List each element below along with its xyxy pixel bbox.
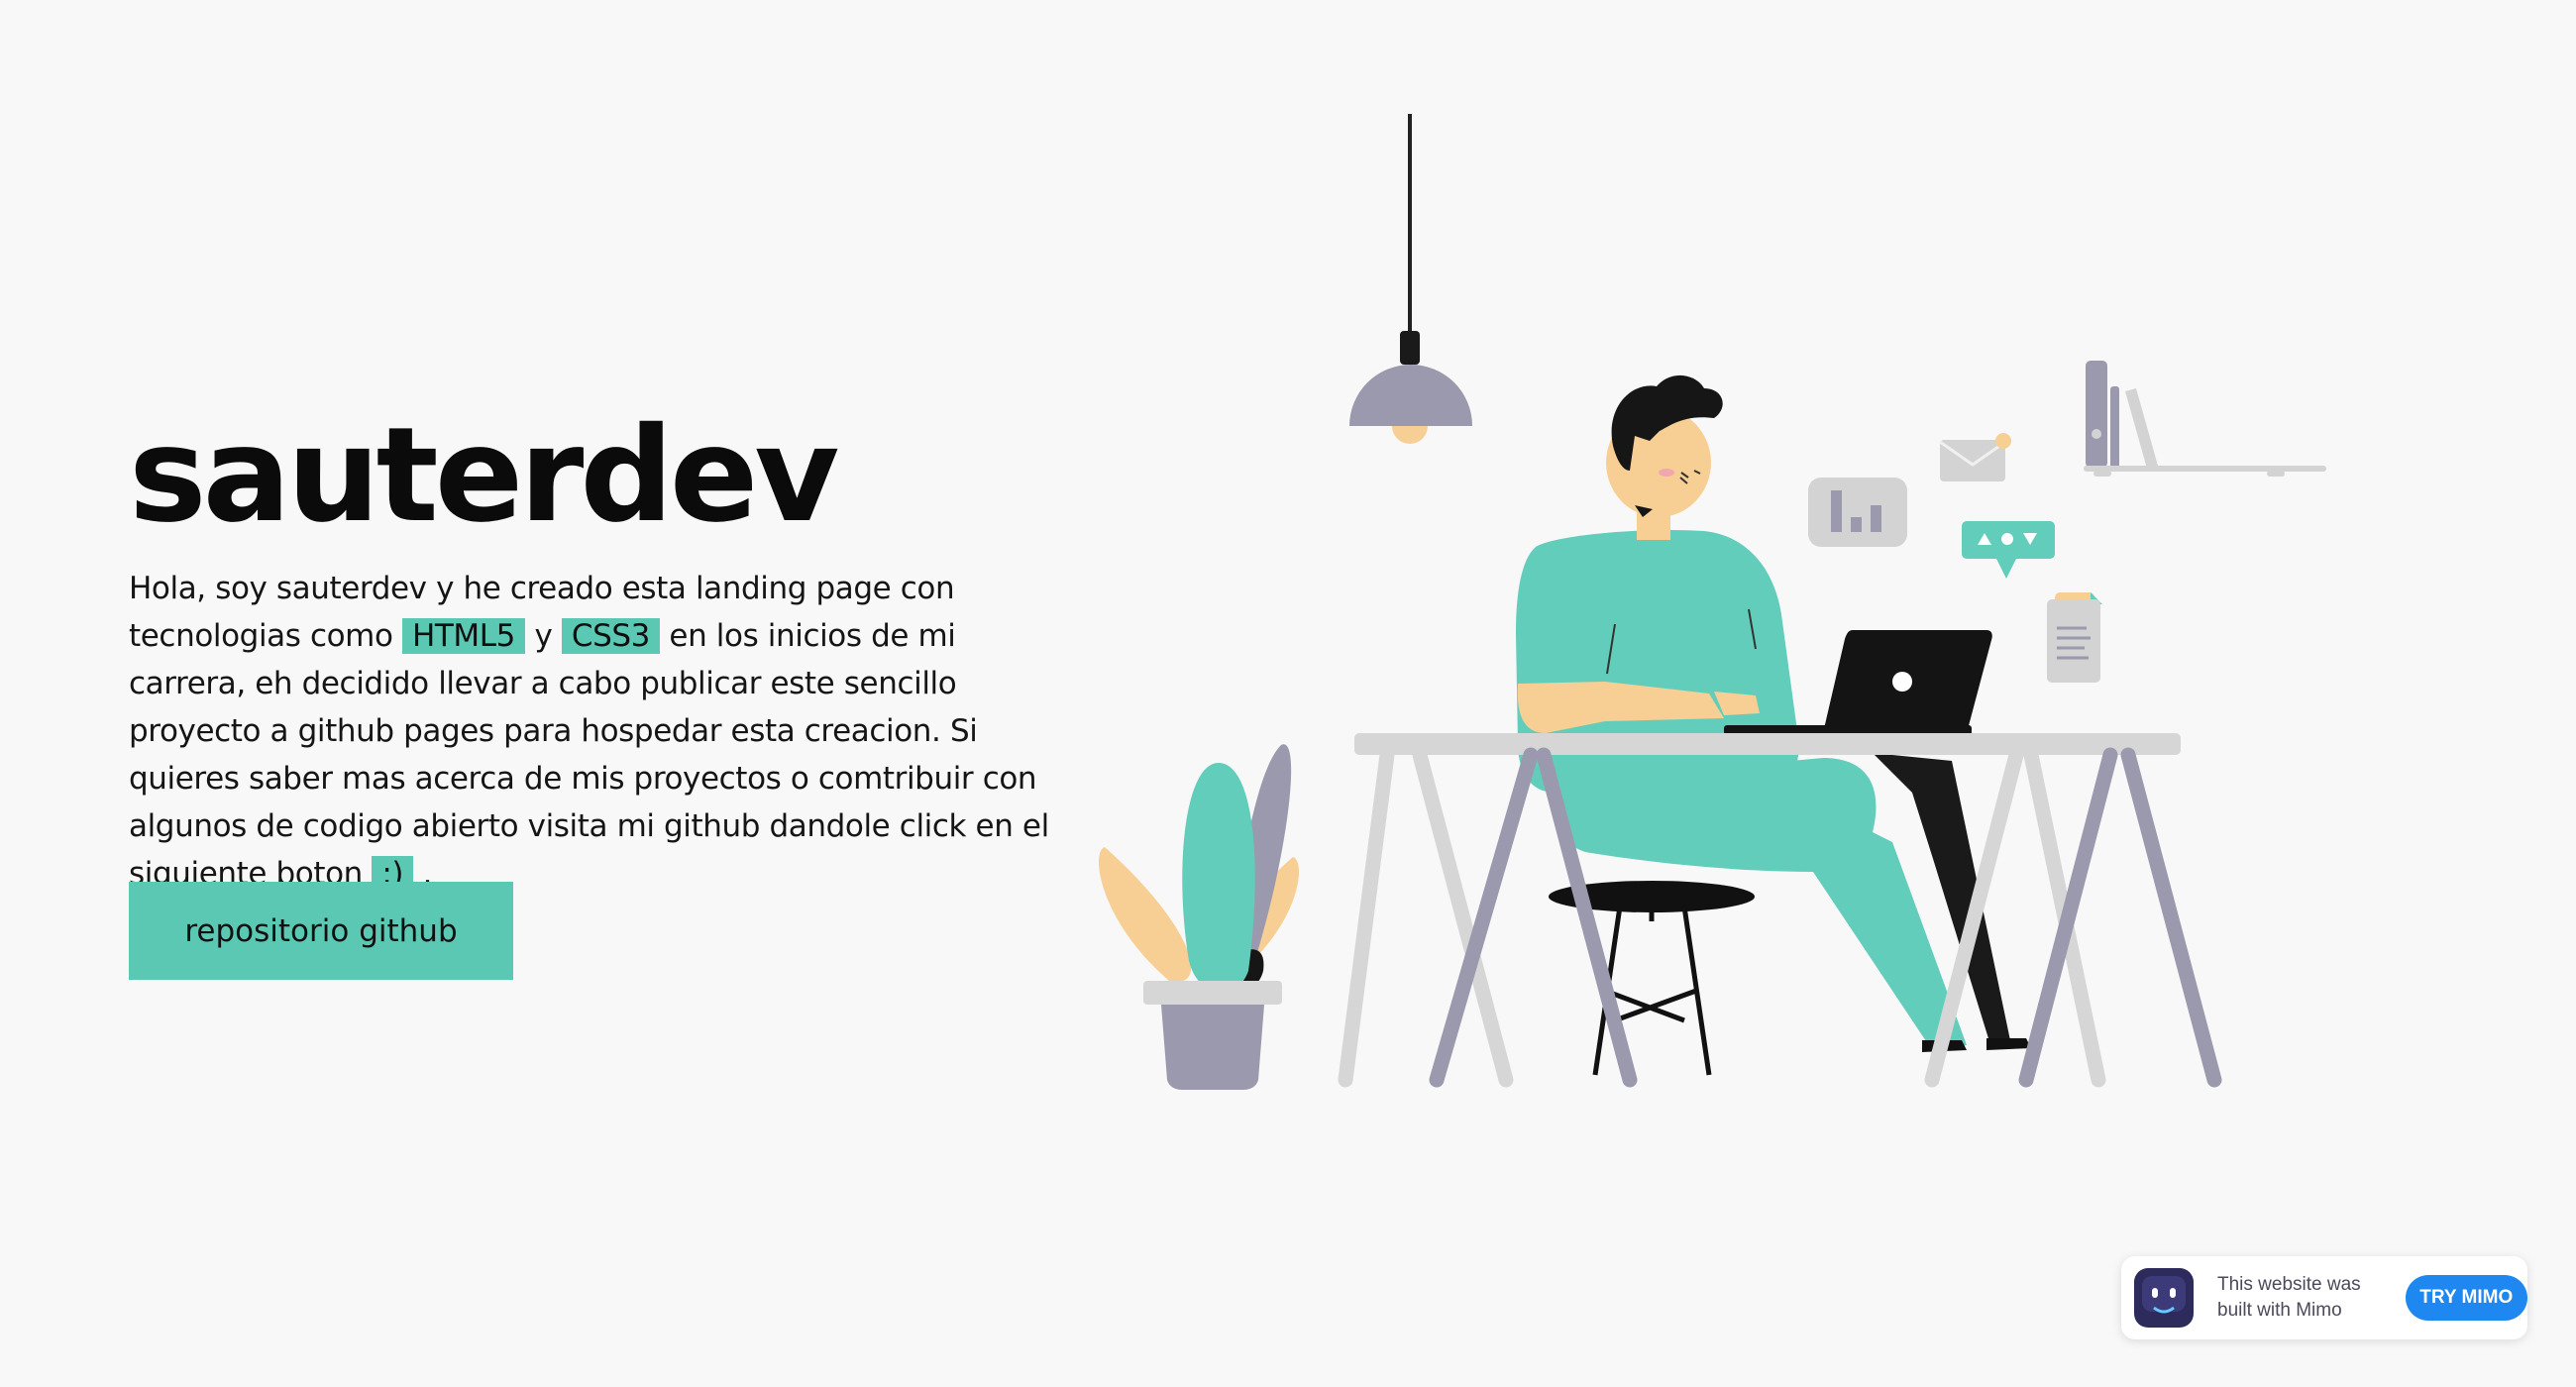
developer-illustration [1098,114,2326,1090]
css3-tag: CSS3 [561,618,660,654]
chart-card-icon [1808,478,1907,547]
mimo-badge-text: This website was built with Mimo [2217,1272,2383,1324]
desk-lamp-icon [1349,114,1472,444]
site-title: sauterdev [129,399,839,552]
github-repo-button[interactable]: repositorio github [129,882,513,980]
try-mimo-button[interactable]: TRY MIMO [2405,1275,2527,1321]
mimo-logo-icon [2134,1268,2194,1328]
shelf-icon [2084,361,2326,477]
chat-bubble-icon [1962,521,2055,579]
html5-tag: HTML5 [401,618,525,654]
mimo-badge: This website was built with Mimo TRY MIM… [2121,1256,2527,1339]
plant-icon [1098,744,1300,1090]
hero-section: sauterdev Hola, soy sauterdev y he cread… [129,401,1080,898]
mimo-text-line-1: This website was [2217,1274,2361,1295]
intro-paragraph: Hola, soy sauterdev y he creado esta lan… [129,565,1080,898]
intro-text-2: y [524,618,562,654]
envelope-icon [1939,433,2011,481]
intro-text-3: en los inicios de mi carrera, eh decidid… [129,618,1049,892]
document-icon [2047,592,2102,683]
mimo-text-line-2: built with Mimo [2217,1300,2342,1321]
